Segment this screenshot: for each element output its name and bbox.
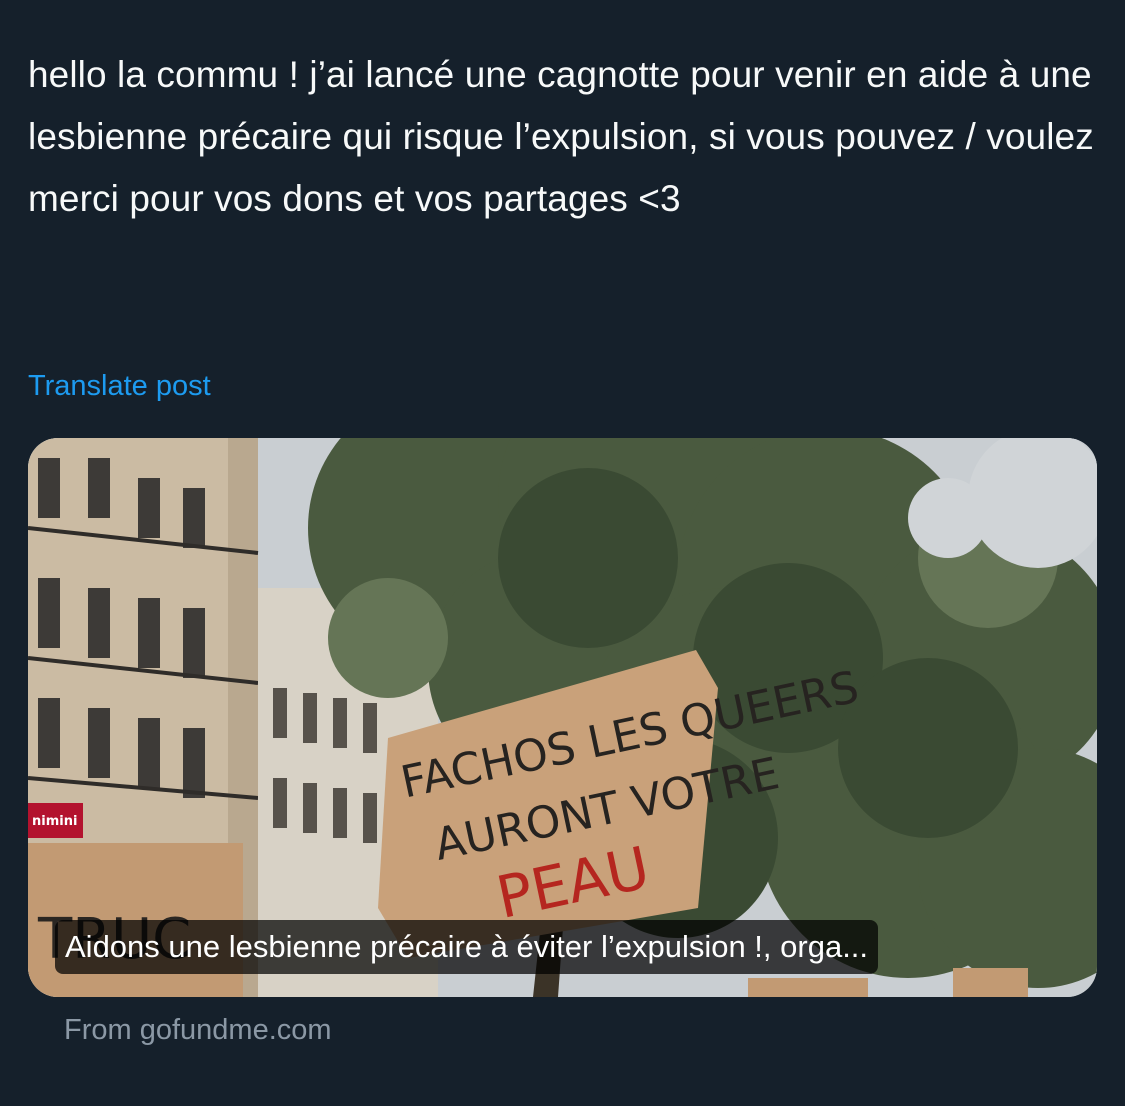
card-image: nimini TRUC [28,438,1097,997]
translate-post-link[interactable]: Translate post [28,366,211,406]
card-title: Aidons une lesbienne précaire à éviter l… [55,920,879,974]
link-preview-card[interactable]: nimini TRUC [28,438,1097,997]
post-text: hello la commu ! j’ai lancé une cagnotte… [28,54,1094,219]
shop-sign-text: nimini [32,814,77,829]
card-source-domain[interactable]: From gofundme.com [64,1010,332,1050]
